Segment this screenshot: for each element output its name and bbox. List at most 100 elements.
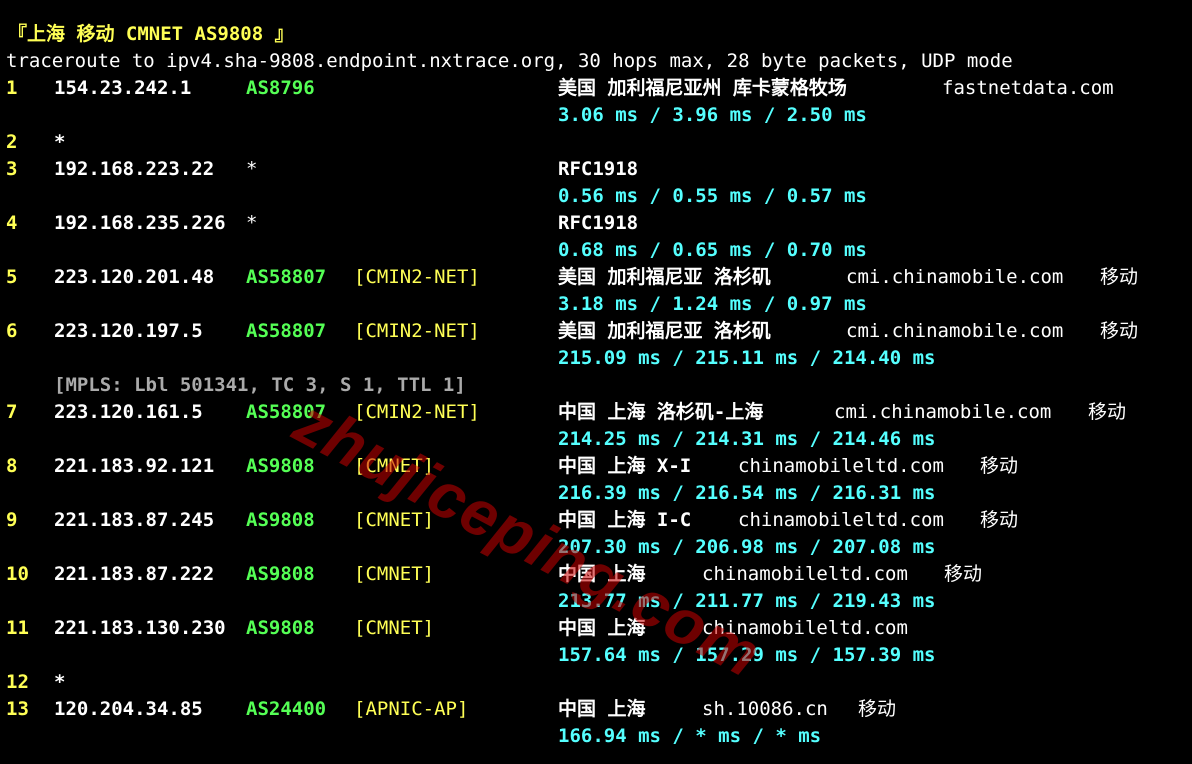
terminal-window: 『上海 移动 CMNET AS9808 』 traceroute to ipv4… xyxy=(0,0,1192,764)
hop-asn: AS9808 xyxy=(246,509,315,531)
hop-ip: 192.168.223.22 xyxy=(54,158,215,180)
hop-number: 4 xyxy=(6,212,18,234)
hop-asn: AS58807 xyxy=(246,320,327,342)
hop-hostname: cmi.chinamobile.com xyxy=(846,266,1064,288)
hop-ip: 192.168.235.226 xyxy=(54,212,226,234)
hop-location: RFC1918 xyxy=(558,212,639,234)
hop-location: 中国 上海 xyxy=(558,698,646,720)
hop-hostname: sh.10086.cn xyxy=(702,698,828,720)
hop-location: 中国 上海 洛杉矶-上海 xyxy=(558,401,764,423)
hop-hostname: cmi.chinamobile.com xyxy=(846,320,1064,342)
hop-ip: 223.120.201.48 xyxy=(54,266,215,288)
hop-row: 7 223.120.161.5 AS58807 [CMIN2-NET] 中国 上… xyxy=(0,399,1126,426)
hop-ip: 154.23.242.1 xyxy=(54,77,192,99)
rtt-row: 214.25 ms / 214.31 ms / 214.46 ms xyxy=(0,426,936,453)
hop-net-tag: [CMIN2-NET] xyxy=(354,266,480,288)
hop-hostname: chinamobileltd.com xyxy=(702,563,908,585)
rtt-row: 207.30 ms / 206.98 ms / 207.08 ms xyxy=(0,534,936,561)
hop-row: 2 * xyxy=(0,129,65,156)
hop-net-tag: [CMNET] xyxy=(354,563,435,585)
header-line: 『上海 移动 CMNET AS9808 』 xyxy=(0,21,294,48)
mpls-label: [MPLS: Lbl 501341, TC 3, S 1, TTL 1] xyxy=(54,374,466,396)
hop-row: 4 192.168.235.226 * RFC1918 xyxy=(0,210,638,237)
rtt-row: 3.18 ms / 1.24 ms / 0.97 ms xyxy=(0,291,867,318)
hop-net-tag: [APNIC-AP] xyxy=(354,698,469,720)
rtt-row: 216.39 ms / 216.54 ms / 216.31 ms xyxy=(0,480,936,507)
hop-isp: 移动 xyxy=(1100,266,1139,288)
hop-asn: AS58807 xyxy=(246,266,327,288)
hop-rtt: 0.68 ms / 0.65 ms / 0.70 ms xyxy=(558,239,867,261)
hop-rtt: 166.94 ms / * ms / * ms xyxy=(558,725,822,747)
hop-hostname: fastnetdata.com xyxy=(942,77,1114,99)
hop-number: 5 xyxy=(6,266,18,288)
hop-ip: 221.183.92.121 xyxy=(54,455,215,477)
hop-rtt: 216.39 ms / 216.54 ms / 216.31 ms xyxy=(558,482,936,504)
hop-timeout: * xyxy=(54,131,66,153)
hop-number: 2 xyxy=(6,131,18,153)
hop-number: 3 xyxy=(6,158,18,180)
hop-rtt: 215.09 ms / 215.11 ms / 214.40 ms xyxy=(558,347,936,369)
hop-hostname: chinamobileltd.com xyxy=(738,509,944,531)
hop-rtt: 3.18 ms / 1.24 ms / 0.97 ms xyxy=(558,293,867,315)
rtt-row: 215.09 ms / 215.11 ms / 214.40 ms xyxy=(0,345,936,372)
mpls-row: [MPLS: Lbl 501341, TC 3, S 1, TTL 1] xyxy=(0,372,466,399)
hop-number: 6 xyxy=(6,320,18,342)
rtt-row: 213.77 ms / 211.77 ms / 219.43 ms xyxy=(0,588,936,615)
hop-row: 9 221.183.87.245 AS9808 [CMNET] 中国 上海 I-… xyxy=(0,507,1018,534)
hop-ip: 221.183.130.230 xyxy=(54,617,226,639)
hop-number: 11 xyxy=(6,617,29,639)
rtt-row: 157.64 ms / 157.29 ms / 157.39 ms xyxy=(0,642,936,669)
hop-ip: 120.204.34.85 xyxy=(54,698,203,720)
command-line: traceroute to ipv4.sha-9808.endpoint.nxt… xyxy=(0,48,1013,75)
hop-ip: 221.183.87.222 xyxy=(54,563,215,585)
hop-number: 8 xyxy=(6,455,18,477)
hop-row: 1 154.23.242.1 AS8796 美国 加利福尼亚州 库卡蒙格牧场 f… xyxy=(0,75,1114,102)
hop-rtt: 0.56 ms / 0.55 ms / 0.57 ms xyxy=(558,185,867,207)
rtt-row: 0.68 ms / 0.65 ms / 0.70 ms xyxy=(0,237,867,264)
rtt-row: 0.56 ms / 0.55 ms / 0.57 ms xyxy=(0,183,867,210)
hop-asn: AS9808 xyxy=(246,617,315,639)
hop-location: 中国 上海 X-I xyxy=(558,455,692,477)
hop-row: 6 223.120.197.5 AS58807 [CMIN2-NET] 美国 加… xyxy=(0,318,1138,345)
hop-row: 8 221.183.92.121 AS9808 [CMNET] 中国 上海 X-… xyxy=(0,453,1018,480)
hop-asn: AS8796 xyxy=(246,77,315,99)
hop-ip: 223.120.197.5 xyxy=(54,320,203,342)
hop-isp: 移动 xyxy=(1088,401,1127,423)
hop-timeout: * xyxy=(54,671,66,693)
hop-isp: 移动 xyxy=(858,698,897,720)
hop-number: 9 xyxy=(6,509,18,531)
hop-location: 美国 加利福尼亚 洛杉矶 xyxy=(558,266,771,288)
hop-row: 12 * xyxy=(0,669,65,696)
hop-net-tag: [CMIN2-NET] xyxy=(354,320,480,342)
hop-location: 美国 加利福尼亚 洛杉矶 xyxy=(558,320,771,342)
hop-asn: * xyxy=(246,212,258,234)
hop-row: 10 221.183.87.222 AS9808 [CMNET] 中国 上海 c… xyxy=(0,561,982,588)
hop-row: 11 221.183.130.230 AS9808 [CMNET] 中国 上海 … xyxy=(0,615,908,642)
hop-row: 3 192.168.223.22 * RFC1918 xyxy=(0,156,638,183)
hop-number: 13 xyxy=(6,698,29,720)
hop-asn: * xyxy=(246,158,258,180)
hop-ip: 223.120.161.5 xyxy=(54,401,203,423)
hop-isp: 移动 xyxy=(980,509,1019,531)
hop-asn: AS9808 xyxy=(246,563,315,585)
rtt-row: 3.06 ms / 3.96 ms / 2.50 ms xyxy=(0,102,867,129)
hop-rtt: 3.06 ms / 3.96 ms / 2.50 ms xyxy=(558,104,867,126)
rtt-row: 166.94 ms / * ms / * ms xyxy=(0,723,821,750)
hop-number: 7 xyxy=(6,401,18,423)
traceroute-command: traceroute to ipv4.sha-9808.endpoint.nxt… xyxy=(6,50,1013,72)
hop-isp: 移动 xyxy=(1100,320,1139,342)
hop-row: 13 120.204.34.85 AS24400 [APNIC-AP] 中国 上… xyxy=(0,696,896,723)
hop-hostname: chinamobileltd.com xyxy=(738,455,944,477)
hop-number: 12 xyxy=(6,671,29,693)
hop-isp: 移动 xyxy=(980,455,1019,477)
hop-number: 1 xyxy=(6,77,18,99)
hop-asn: AS24400 xyxy=(246,698,327,720)
hop-ip: 221.183.87.245 xyxy=(54,509,215,531)
hop-isp: 移动 xyxy=(944,563,983,585)
hop-location: 美国 加利福尼亚州 库卡蒙格牧场 xyxy=(558,77,847,99)
hop-hostname: cmi.chinamobile.com xyxy=(834,401,1052,423)
hop-location: RFC1918 xyxy=(558,158,639,180)
hop-row: 5 223.120.201.48 AS58807 [CMIN2-NET] 美国 … xyxy=(0,264,1138,291)
hop-rtt: 214.25 ms / 214.31 ms / 214.46 ms xyxy=(558,428,936,450)
trace-header: 『上海 移动 CMNET AS9808 』 xyxy=(8,23,294,45)
